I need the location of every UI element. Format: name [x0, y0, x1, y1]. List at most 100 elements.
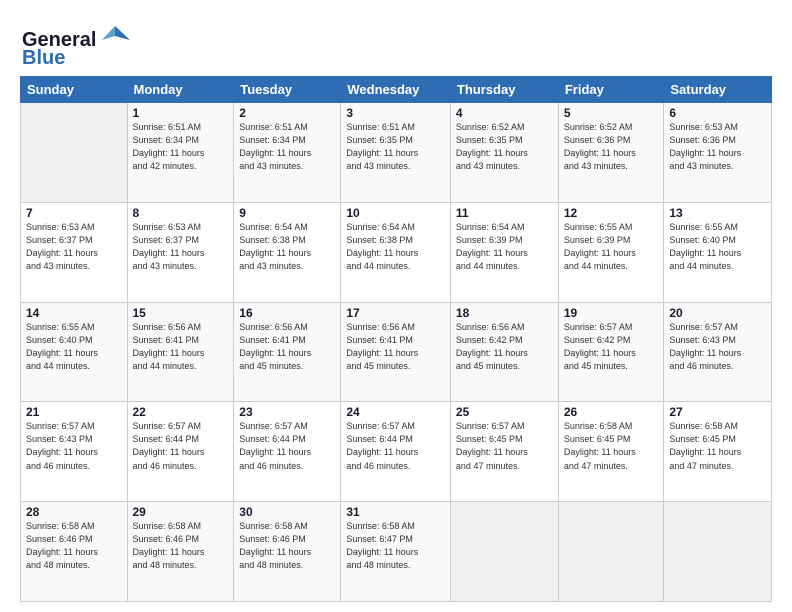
day-info: Sunrise: 6:57 AMSunset: 6:44 PMDaylight:…: [133, 420, 229, 472]
day-cell: 2Sunrise: 6:51 AMSunset: 6:34 PMDaylight…: [234, 103, 341, 203]
day-number: 23: [239, 405, 335, 419]
day-info: Sunrise: 6:57 AMSunset: 6:44 PMDaylight:…: [239, 420, 335, 472]
day-number: 25: [456, 405, 553, 419]
day-number: 4: [456, 106, 553, 120]
day-info: Sunrise: 6:51 AMSunset: 6:34 PMDaylight:…: [133, 121, 229, 173]
day-cell: 20Sunrise: 6:57 AMSunset: 6:43 PMDayligh…: [664, 302, 772, 402]
day-number: 22: [133, 405, 229, 419]
logo-graphic: General Blue: [20, 18, 130, 66]
day-info: Sunrise: 6:52 AMSunset: 6:35 PMDaylight:…: [456, 121, 553, 173]
day-cell: 22Sunrise: 6:57 AMSunset: 6:44 PMDayligh…: [127, 402, 234, 502]
weekday-thursday: Thursday: [450, 77, 558, 103]
week-row-5: 28 Sunrise: 6:58 AMSunset: 6:46 PMDayligh…: [21, 502, 772, 602]
day-number: 28: [26, 505, 122, 519]
header: General Blue: [20, 18, 772, 66]
day-info: Sunrise: 6:53 AMSunset: 6:37 PMDaylight:…: [26, 221, 122, 273]
day-info: Sunrise: 6:54 AMSunset: 6:38 PMDaylight:…: [239, 221, 335, 273]
day-info: Sunrise: 6:52 AMSunset: 6:36 PMDaylight:…: [564, 121, 659, 173]
day-cell: 17Sunrise: 6:56 AMSunset: 6:41 PMDayligh…: [341, 302, 451, 402]
day-cell: 29Sunrise: 6:58 AMSunset: 6:46 PMDayligh…: [127, 502, 234, 602]
day-cell: 7Sunrise: 6:53 AMSunset: 6:37 PMDaylight…: [21, 202, 128, 302]
day-info: Sunrise: 6:56 AMSunset: 6:41 PMDaylight:…: [133, 321, 229, 373]
weekday-sunday: Sunday: [21, 77, 128, 103]
day-cell: 28Sunrise: 6:58 AMSunset: 6:46 PMDayligh…: [21, 502, 128, 602]
day-info: Sunrise: 6:57 AMSunset: 6:42 PMDaylight:…: [564, 321, 659, 373]
day-number: 30: [239, 505, 335, 519]
day-cell: 8Sunrise: 6:53 AMSunset: 6:37 PMDaylight…: [127, 202, 234, 302]
day-number: 2: [239, 106, 335, 120]
day-cell: [450, 502, 558, 602]
day-info: Sunrise: 6:54 AMSunset: 6:38 PMDaylight:…: [346, 221, 445, 273]
logo: General Blue: [20, 18, 130, 66]
day-info: Sunrise: 6:57 AMSunset: 6:43 PMDaylight:…: [669, 321, 766, 373]
day-cell: 6Sunrise: 6:53 AMSunset: 6:36 PMDaylight…: [664, 103, 772, 203]
day-number: 16: [239, 306, 335, 320]
day-cell: 27Sunrise: 6:58 AMSunset: 6:45 PMDayligh…: [664, 402, 772, 502]
day-number: 18: [456, 306, 553, 320]
day-info: Sunrise: 6:51 AMSunset: 6:35 PMDaylight:…: [346, 121, 445, 173]
day-cell: 4Sunrise: 6:52 AMSunset: 6:35 PMDaylight…: [450, 103, 558, 203]
week-row-2: 7Sunrise: 6:53 AMSunset: 6:37 PMDaylight…: [21, 202, 772, 302]
day-info: Sunrise: 6:58 AMSunset: 6:45 PMDaylight:…: [669, 420, 766, 472]
day-cell: [558, 502, 664, 602]
day-cell: 14Sunrise: 6:55 AMSunset: 6:40 PMDayligh…: [21, 302, 128, 402]
day-cell: 9Sunrise: 6:54 AMSunset: 6:38 PMDaylight…: [234, 202, 341, 302]
day-info: Sunrise: 6:53 AMSunset: 6:36 PMDaylight:…: [669, 121, 766, 173]
day-number: 21: [26, 405, 122, 419]
day-info: Sunrise: 6:58 AMSunset: 6:46 PMDaylight:…: [239, 520, 335, 572]
day-cell: 16Sunrise: 6:56 AMSunset: 6:41 PMDayligh…: [234, 302, 341, 402]
day-cell: 19Sunrise: 6:57 AMSunset: 6:42 PMDayligh…: [558, 302, 664, 402]
day-info: Sunrise: 6:58 AMSunset: 6:46 PMDaylight:…: [133, 520, 229, 572]
day-cell: 21Sunrise: 6:57 AMSunset: 6:43 PMDayligh…: [21, 402, 128, 502]
week-row-4: 21Sunrise: 6:57 AMSunset: 6:43 PMDayligh…: [21, 402, 772, 502]
week-row-1: 1Sunrise: 6:51 AMSunset: 6:34 PMDaylight…: [21, 103, 772, 203]
day-cell: 23Sunrise: 6:57 AMSunset: 6:44 PMDayligh…: [234, 402, 341, 502]
day-info: Sunrise: 6:51 AMSunset: 6:34 PMDaylight:…: [239, 121, 335, 173]
day-number: 27: [669, 405, 766, 419]
weekday-friday: Friday: [558, 77, 664, 103]
day-info: Sunrise: 6:58 AMSunset: 6:47 PMDaylight:…: [346, 520, 445, 572]
day-number: 5: [564, 106, 659, 120]
day-number: 10: [346, 206, 445, 220]
day-cell: 3Sunrise: 6:51 AMSunset: 6:35 PMDaylight…: [341, 103, 451, 203]
day-cell: 12Sunrise: 6:55 AMSunset: 6:39 PMDayligh…: [558, 202, 664, 302]
day-info: Sunrise: 6:57 AMSunset: 6:45 PMDaylight:…: [456, 420, 553, 472]
day-cell: 30Sunrise: 6:58 AMSunset: 6:46 PMDayligh…: [234, 502, 341, 602]
day-number: 9: [239, 206, 335, 220]
day-number: 14: [26, 306, 122, 320]
day-cell: 24Sunrise: 6:57 AMSunset: 6:44 PMDayligh…: [341, 402, 451, 502]
day-cell: 5Sunrise: 6:52 AMSunset: 6:36 PMDaylight…: [558, 103, 664, 203]
day-info: Sunrise: 6:55 AMSunset: 6:40 PMDaylight:…: [26, 321, 122, 373]
day-number: 13: [669, 206, 766, 220]
day-cell: 11Sunrise: 6:54 AMSunset: 6:39 PMDayligh…: [450, 202, 558, 302]
day-info: Sunrise: 6:55 AMSunset: 6:39 PMDaylight:…: [564, 221, 659, 273]
weekday-header-row: SundayMondayTuesdayWednesdayThursdayFrid…: [21, 77, 772, 103]
weekday-monday: Monday: [127, 77, 234, 103]
day-cell: 18Sunrise: 6:56 AMSunset: 6:42 PMDayligh…: [450, 302, 558, 402]
day-number: 15: [133, 306, 229, 320]
day-number: 6: [669, 106, 766, 120]
day-number: 7: [26, 206, 122, 220]
day-number: 19: [564, 306, 659, 320]
day-number: 3: [346, 106, 445, 120]
day-number: 20: [669, 306, 766, 320]
day-cell: 15Sunrise: 6:56 AMSunset: 6:41 PMDayligh…: [127, 302, 234, 402]
day-info: Sunrise: 6:53 AMSunset: 6:37 PMDaylight:…: [133, 221, 229, 273]
day-number: 11: [456, 206, 553, 220]
day-number: 17: [346, 306, 445, 320]
page: General Blue SundayMondayTuesdayWednesda…: [0, 0, 792, 612]
day-info: Sunrise: 6:56 AMSunset: 6:41 PMDaylight:…: [346, 321, 445, 373]
day-number: 24: [346, 405, 445, 419]
day-number: 8: [133, 206, 229, 220]
calendar: SundayMondayTuesdayWednesdayThursdayFrid…: [20, 76, 772, 602]
day-info: Sunrise: 6:57 AMSunset: 6:43 PMDaylight:…: [26, 420, 122, 472]
day-info: Sunrise: 6:54 AMSunset: 6:39 PMDaylight:…: [456, 221, 553, 273]
svg-text:Blue: Blue: [22, 47, 65, 66]
day-number: 12: [564, 206, 659, 220]
day-number: 29: [133, 505, 229, 519]
day-cell: 26Sunrise: 6:58 AMSunset: 6:45 PMDayligh…: [558, 402, 664, 502]
weekday-saturday: Saturday: [664, 77, 772, 103]
weekday-wednesday: Wednesday: [341, 77, 451, 103]
day-cell: 31Sunrise: 6:58 AMSunset: 6:47 PMDayligh…: [341, 502, 451, 602]
day-number: 26: [564, 405, 659, 419]
